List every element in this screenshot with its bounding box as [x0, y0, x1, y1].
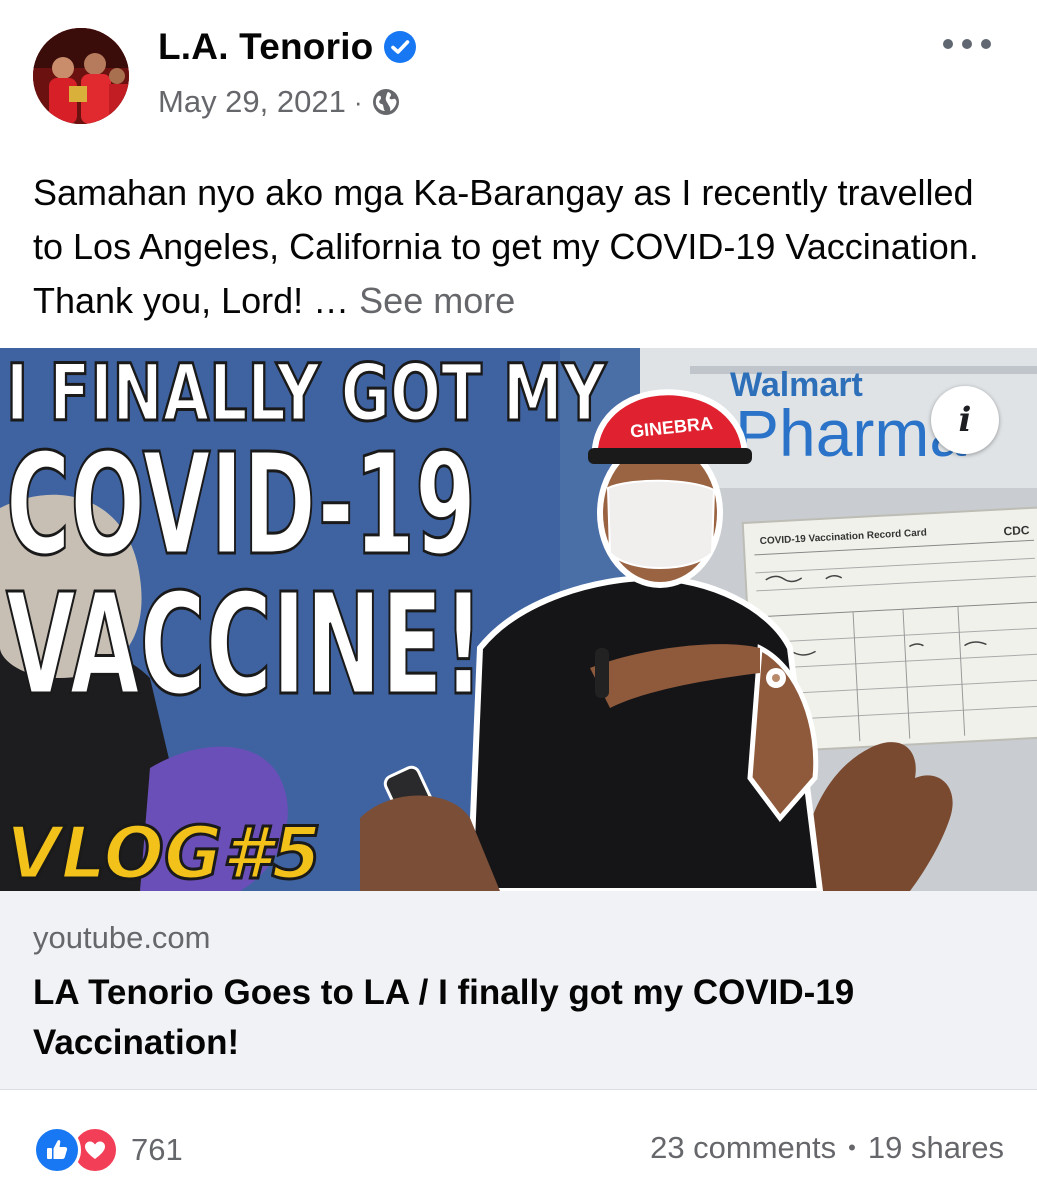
more-dot: [981, 39, 991, 49]
like-reaction-icon: [33, 1126, 81, 1174]
globe-icon[interactable]: [371, 87, 401, 117]
author-avatar[interactable]: [33, 28, 129, 124]
comments-count[interactable]: 23 comments: [650, 1130, 836, 1166]
store-sign: Pharma: [735, 396, 966, 470]
video-thumbnail[interactable]: Walmart Pharma COVID-19 Vaccination Reco…: [0, 348, 1037, 891]
thumbnail-headline-line3: VACCINE!: [6, 564, 484, 727]
more-options-icon[interactable]: [943, 32, 991, 56]
more-dot: [943, 39, 953, 49]
shares-count[interactable]: 19 shares: [868, 1130, 1004, 1166]
link-domain: youtube.com: [33, 920, 211, 955]
vaccination-card-logo: CDC: [1003, 523, 1030, 538]
stats-separator: •: [848, 1135, 856, 1160]
thumbnail-vlog-tag: VLOG#5: [6, 811, 321, 891]
author-row: L.A. Tenorio: [158, 24, 417, 70]
see-more-link[interactable]: See more: [359, 280, 515, 321]
footer-divider: [0, 1089, 1037, 1090]
thumbnail-headline-line2: COVID-19: [6, 424, 476, 587]
info-glyph: i: [958, 400, 972, 440]
post-date[interactable]: May 29, 2021: [158, 84, 346, 120]
post-text: Samahan nyo ako mga Ka-Barangay as I rec…: [33, 166, 1008, 328]
post-meta: May 29, 2021 ·: [158, 82, 401, 122]
post-header: L.A. Tenorio May 29, 2021 ·: [0, 0, 1037, 150]
author-name[interactable]: L.A. Tenorio: [158, 26, 373, 68]
engagement-stats: 23 comments • 19 shares: [650, 1130, 1004, 1166]
facebook-post: L.A. Tenorio May 29, 2021 · Samahan nyo …: [0, 0, 1037, 1200]
reaction-count: 761: [131, 1132, 183, 1167]
link-title[interactable]: LA Tenorio Goes to LA / I finally got my…: [33, 968, 993, 1068]
verified-badge-icon: [383, 30, 417, 64]
info-icon[interactable]: i: [931, 386, 999, 454]
more-dot: [962, 39, 972, 49]
reactions-summary[interactable]: 761: [33, 1124, 183, 1176]
meta-separator: ·: [353, 86, 363, 117]
